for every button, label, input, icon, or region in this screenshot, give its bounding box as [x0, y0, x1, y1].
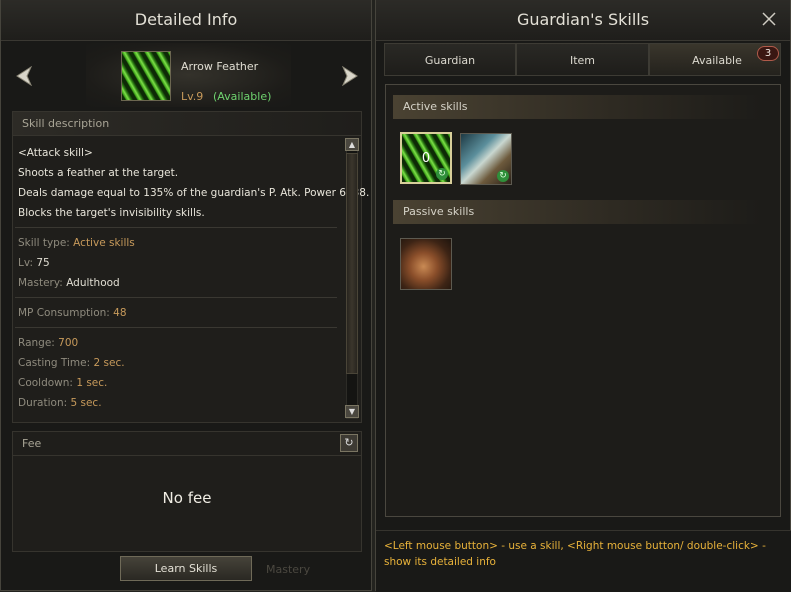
skill-type-label: Skill type:: [18, 237, 74, 249]
skill-level: Lv.9: [181, 90, 204, 103]
description-line: Deals damage equal to 135% of the guardi…: [18, 187, 370, 199]
mastery-value: Adulthood: [66, 277, 120, 289]
guardian-skills-title: Guardian's Skills: [376, 0, 790, 41]
mp-value: 48: [113, 307, 127, 319]
lv-value: 75: [36, 257, 50, 269]
fee-value: No fee: [162, 489, 212, 507]
tab-item[interactable]: Item: [516, 43, 649, 76]
cooldown-label: Cooldown:: [18, 377, 77, 389]
mastery-label: Mastery:: [18, 277, 67, 289]
description-line: Blocks the target's invisibility skills.: [18, 207, 205, 219]
duration-label: Duration:: [18, 397, 71, 409]
skill-type-value: Active skills: [73, 237, 135, 249]
divider: [15, 327, 337, 328]
divider: [15, 297, 337, 298]
detailed-info-panel: Detailed Info Arrow Feather Lv.9 (Availa…: [0, 0, 372, 591]
lv-label: Lv:: [18, 257, 37, 269]
arrow-left-icon[interactable]: [15, 66, 33, 86]
range-label: Range:: [18, 337, 59, 349]
usage-hint-text: <Left mouse button> - use a skill, <Righ…: [384, 540, 766, 568]
close-icon[interactable]: [760, 10, 778, 28]
active-skill-slot-arrow-feather[interactable]: 0 ↻: [400, 132, 452, 184]
lv-row: Lv: 75: [18, 257, 50, 269]
description-line: <Attack skill>: [18, 147, 93, 159]
range-value: 700: [58, 337, 79, 349]
range-row: Range: 700: [18, 337, 78, 349]
scroll-down-icon[interactable]: ▼: [345, 405, 359, 418]
casting-time-value: 2 sec.: [93, 357, 125, 369]
mastery-row: Mastery: Adulthood: [18, 277, 120, 289]
duration-value: 5 sec.: [70, 397, 102, 409]
refresh-icon[interactable]: ↻: [340, 434, 358, 452]
divider: [15, 227, 337, 228]
learn-skills-button[interactable]: Learn Skills: [120, 556, 252, 581]
fee-header: Fee: [13, 432, 361, 456]
skill-slot-count: 0: [421, 151, 431, 166]
casting-time-row: Casting Time: 2 sec.: [18, 357, 125, 369]
mp-row: MP Consumption: 48: [18, 307, 127, 319]
tab-guardian[interactable]: Guardian: [384, 43, 516, 76]
arrow-feather-skill-icon: [121, 51, 171, 101]
active-skills-header: Active skills: [393, 95, 761, 119]
skill-name: Arrow Feather: [181, 60, 259, 73]
mp-label: MP Consumption:: [18, 307, 114, 319]
cooldown-row: Cooldown: 1 sec.: [18, 377, 107, 389]
description-line: Shoots a feather at the target.: [18, 167, 179, 179]
refresh-icon: ↻: [436, 168, 448, 180]
cooldown-value: 1 sec.: [76, 377, 108, 389]
background-mastery-text: Mastery: [266, 563, 311, 576]
refresh-icon: ↻: [497, 170, 509, 182]
arrow-right-icon[interactable]: [341, 66, 359, 86]
available-count-badge: 3: [757, 46, 779, 61]
active-skill-slot-2[interactable]: ↻: [460, 133, 512, 185]
casting-time-label: Casting Time:: [18, 357, 94, 369]
skill-status: (Available): [213, 90, 272, 103]
scrollbar-thumb[interactable]: [346, 153, 358, 374]
scroll-up-icon[interactable]: ▲: [345, 138, 359, 151]
passive-skill-slot-1[interactable]: [400, 238, 452, 290]
skill-type-row: Skill type: Active skills: [18, 237, 135, 249]
skill-description-header: Skill description: [13, 112, 361, 136]
passive-skills-header: Passive skills: [393, 200, 761, 224]
detailed-info-title: Detailed Info: [1, 0, 371, 41]
duration-row: Duration: 5 sec.: [18, 397, 102, 409]
